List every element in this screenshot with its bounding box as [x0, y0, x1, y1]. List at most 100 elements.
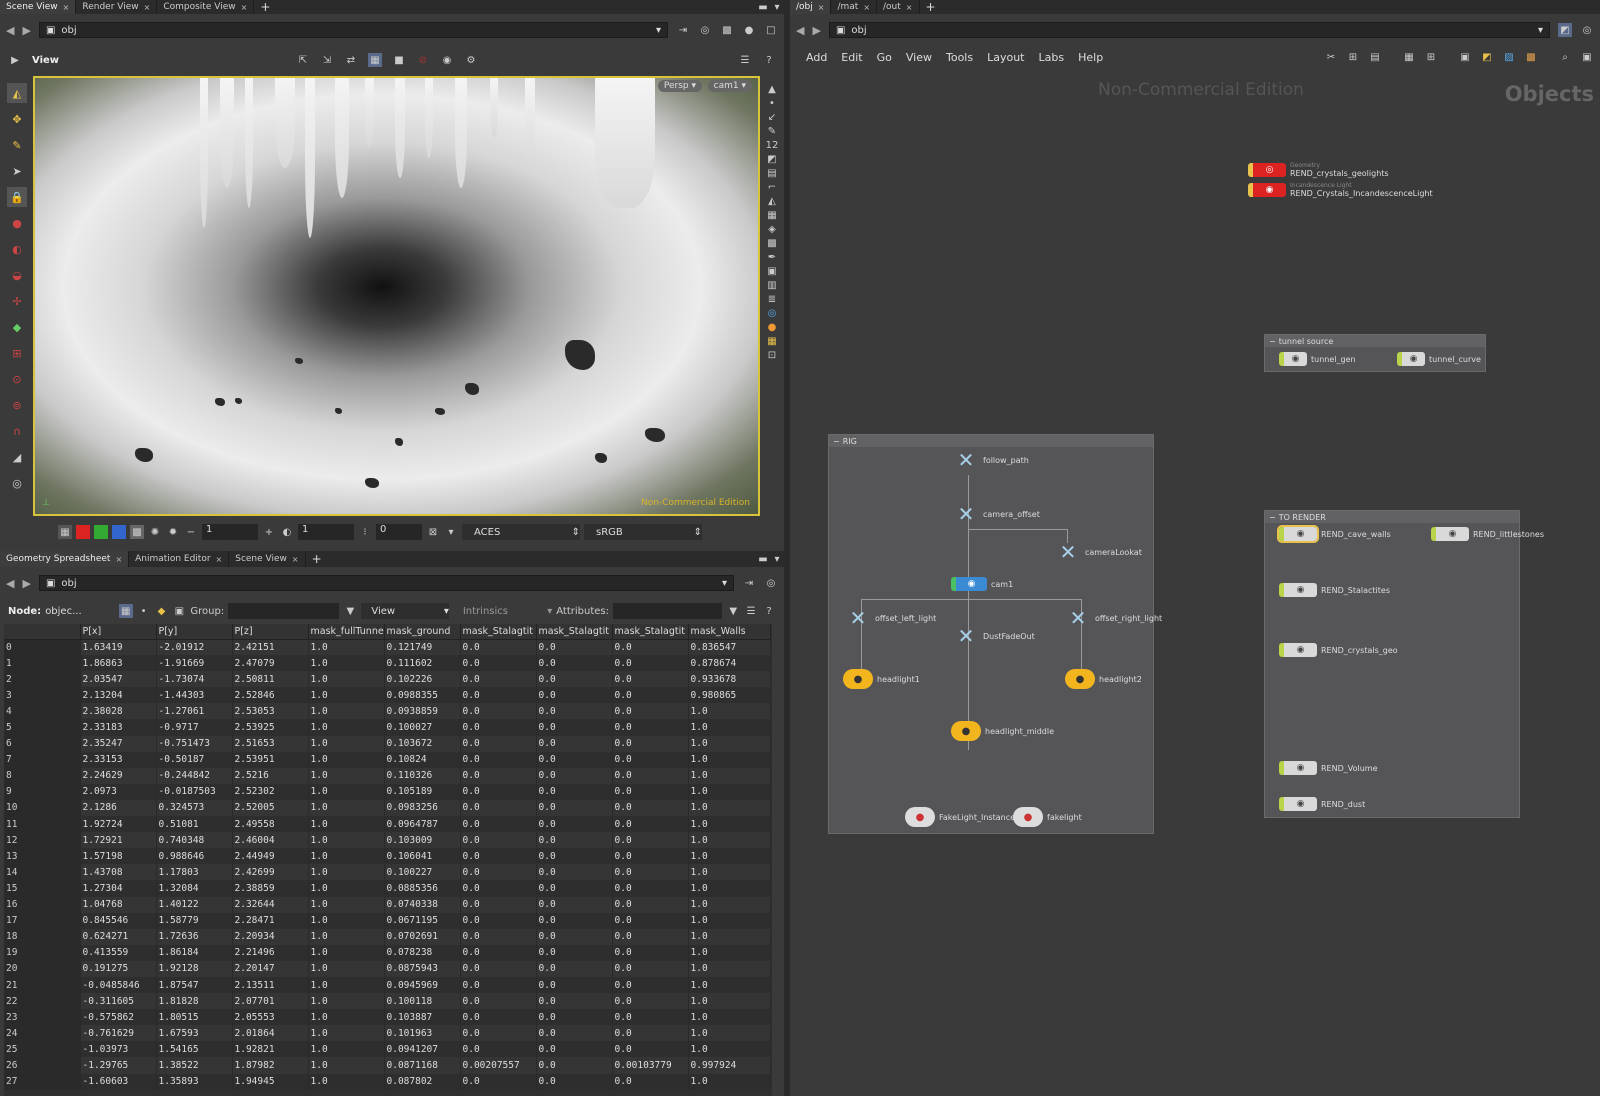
node-camera-offset[interactable]: ✕ camera_offset: [953, 502, 1040, 526]
brush-tool-icon[interactable]: ✎: [7, 135, 27, 155]
eraser-icon[interactable]: ◢: [7, 447, 27, 467]
view-select[interactable]: View ▾: [361, 603, 449, 619]
chevron-down-icon[interactable]: ▾: [770, 0, 784, 14]
close-icon[interactable]: ×: [241, 3, 248, 12]
vertices-icon[interactable]: •: [137, 604, 151, 618]
green-channel-icon[interactable]: [94, 525, 108, 539]
column-header[interactable]: mask_Stalagtit: [460, 624, 537, 640]
paint-icon[interactable]: ✒: [768, 252, 776, 263]
node-rend-crystals-incandescencelight[interactable]: ◉ Incandescence Light REND_Crystals_Incan…: [1248, 182, 1433, 198]
table-row[interactable]: 6 2.35247 -0.751473 2.51653 1.0 0.103672 0.0 0.…: [4, 735, 771, 752]
node-dustfadeout[interactable]: ✕ DustFadeOut: [953, 624, 1035, 648]
table-row[interactable]: 13 1.57198 0.988646 2.44949 1.0 0.106041 0.0 0.…: [4, 848, 771, 865]
menu-item-edit[interactable]: Edit: [841, 51, 862, 64]
magnet-snap-icon[interactable]: ∩: [7, 421, 27, 441]
group-field[interactable]: [228, 603, 340, 619]
paint-icon[interactable]: ⊙: [7, 369, 27, 389]
swap-icon[interactable]: ⇄: [344, 53, 358, 67]
square-icon[interactable]: ▣: [767, 266, 776, 277]
menu-item-layout[interactable]: Layout: [987, 51, 1024, 64]
table-row[interactable]: 27 -1.60603 1.35893 1.94945 1.0 0.087802 0.0 0.…: [4, 1073, 771, 1090]
node-fakelight[interactable]: ● fakelight: [1013, 807, 1082, 827]
points-icon[interactable]: ▦: [118, 604, 133, 618]
pin-icon[interactable]: ⇥: [676, 23, 690, 37]
camera-icon[interactable]: ▣: [1580, 50, 1594, 64]
table-row[interactable]: 5 2.33183 -0.9717 2.53925 1.0 0.100027 0.0 0.0 0…: [4, 719, 771, 736]
node-fakelight-instances[interactable]: ● FakeLight_Instances: [905, 807, 1019, 827]
primitives-icon[interactable]: ◆: [155, 604, 169, 618]
table-row[interactable]: 25 -1.03973 1.54165 1.92821 1.0 0.0941207 0.0 0…: [4, 1041, 771, 1058]
lock-icon[interactable]: 🔒: [7, 187, 27, 207]
node-cam1[interactable]: ◉ cam1: [951, 577, 1013, 591]
table-row[interactable]: 21 -0.0485846 1.87547 2.13511 1.0 0.0945969 0.…: [4, 976, 771, 994]
table-row[interactable]: 14 1.43708 1.17803 2.42699 1.0 0.100227 0.0 0.0…: [4, 864, 771, 881]
column-header[interactable]: P[x]: [80, 624, 157, 640]
menu-item-view[interactable]: View: [906, 51, 932, 64]
persp-menu[interactable]: Persp ▾: [657, 80, 702, 92]
box-icon[interactable]: ▩: [1524, 50, 1538, 64]
tag-icon[interactable]: ◩: [767, 154, 776, 165]
table-row[interactable]: 4 2.38028 -1.27061 2.53053 1.0 0.0938859 0.0 0.…: [4, 703, 771, 720]
chevron-down-icon[interactable]: ▾: [770, 552, 784, 566]
gear-icon[interactable]: ⚙: [464, 53, 478, 67]
gamma-icon[interactable]: ✹: [166, 525, 180, 539]
lut-icon[interactable]: ⊠: [426, 525, 440, 539]
filter-icon[interactable]: ▼: [726, 604, 740, 618]
link-icon[interactable]: ◎: [698, 23, 712, 37]
pane-menu-icon[interactable]: ▬: [756, 552, 770, 566]
menu-item-go[interactable]: Go: [877, 51, 892, 64]
network-box-tunnel-source[interactable]: − tunnel source ◉ tunnel_gen ◉ tunnel_curve: [1264, 334, 1486, 372]
tab-animation-editor[interactable]: Animation Editor ×: [129, 551, 230, 567]
layer-icon[interactable]: ▥: [767, 280, 776, 291]
tile-view-icon[interactable]: ⊞: [1424, 50, 1438, 64]
node-offset-left-light[interactable]: ✕ offset_left_light: [845, 606, 937, 630]
close-icon[interactable]: ×: [216, 555, 223, 564]
tab-composite-view[interactable]: Composite View ×: [157, 0, 255, 14]
back-icon[interactable]: ◀: [6, 24, 14, 37]
add-tab-icon[interactable]: +: [920, 0, 942, 14]
column-header[interactable]: P[z]: [232, 624, 309, 640]
handle-icon[interactable]: ✢: [7, 291, 27, 311]
forward-icon[interactable]: ▶: [812, 24, 820, 37]
close-icon[interactable]: ×: [818, 3, 825, 12]
table-row[interactable]: 19 0.413559 1.86184 2.21496 1.0 0.078238 0.0 0.…: [4, 944, 771, 961]
table-row[interactable]: 12 1.72921 0.740348 2.46004 1.0 0.103009 0.0 0.…: [4, 832, 771, 849]
diamond-icon[interactable]: ◈: [768, 224, 776, 235]
column-header[interactable]: mask_fullTunne: [308, 624, 385, 640]
chevron-down-icon[interactable]: ▾: [722, 578, 727, 589]
sticky-note-icon[interactable]: ◩: [1480, 50, 1494, 64]
tab-scene-view[interactable]: Scene View ×: [0, 0, 77, 14]
render-icon[interactable]: ◉: [440, 53, 454, 67]
close-icon[interactable]: ×: [292, 555, 299, 564]
table-row[interactable]: 10 2.1286 0.324573 2.52005 1.0 0.0983256 0.0 0.…: [4, 799, 771, 817]
table-row[interactable]: 11 1.92724 0.51081 2.49558 1.0 0.0964787 0.0 0.…: [4, 816, 771, 833]
help-icon[interactable]: ?: [762, 53, 776, 67]
display-select[interactable]: sRGB ⇕: [584, 524, 702, 540]
chevron-down-icon[interactable]: ▾: [656, 25, 661, 36]
add-tab-icon[interactable]: +: [306, 552, 328, 566]
3d-viewport[interactable]: Persp ▾ cam1 ▾ Non-Commercial Edition ⟂: [33, 76, 760, 516]
move-tool-icon[interactable]: ✥: [7, 109, 27, 129]
search-icon[interactable]: ⌕: [1558, 50, 1572, 64]
select-icon[interactable]: ⇱: [296, 53, 310, 67]
tree-icon[interactable]: ⊞: [1346, 50, 1360, 64]
node-rend-volume[interactable]: ◉ REND_Volume: [1279, 761, 1378, 775]
camera-menu[interactable]: cam1 ▾: [707, 80, 752, 92]
dot-icon[interactable]: •: [769, 98, 775, 109]
node-tunnel-gen[interactable]: ◉ tunnel_gen: [1279, 352, 1356, 366]
node-value[interactable]: objec...: [45, 606, 115, 617]
table-row[interactable]: 0 1.63419 -2.01912 2.42151 1.0 0.121749 0.0 0.0…: [4, 639, 771, 656]
table-row[interactable]: 3 2.13204 -1.44303 2.52846 1.0 0.0988355 0.0 0.…: [4, 687, 771, 704]
close-icon[interactable]: ×: [906, 3, 913, 12]
colorspace-select[interactable]: ACES ⇕: [462, 524, 580, 540]
forward-icon[interactable]: ▶: [22, 577, 30, 590]
node-rend-crystals-geo[interactable]: ◉ REND_crystals_geo: [1279, 643, 1398, 657]
close-icon[interactable]: ×: [115, 555, 122, 564]
column-header[interactable]: P[y]: [156, 624, 233, 640]
table-row[interactable]: 9 2.0973 -0.0187503 2.52302 1.0 0.105189 0.0 0.…: [4, 783, 771, 800]
list-icon[interactable]: ▤: [1368, 50, 1382, 64]
sphere-icon[interactable]: ●: [742, 23, 756, 37]
grid-icon[interactable]: ⊞: [7, 343, 27, 363]
minus-icon[interactable]: −: [184, 525, 198, 539]
node-rend-crystals-geolights[interactable]: ◎ Geometry REND_crystals_geolights: [1248, 162, 1389, 178]
